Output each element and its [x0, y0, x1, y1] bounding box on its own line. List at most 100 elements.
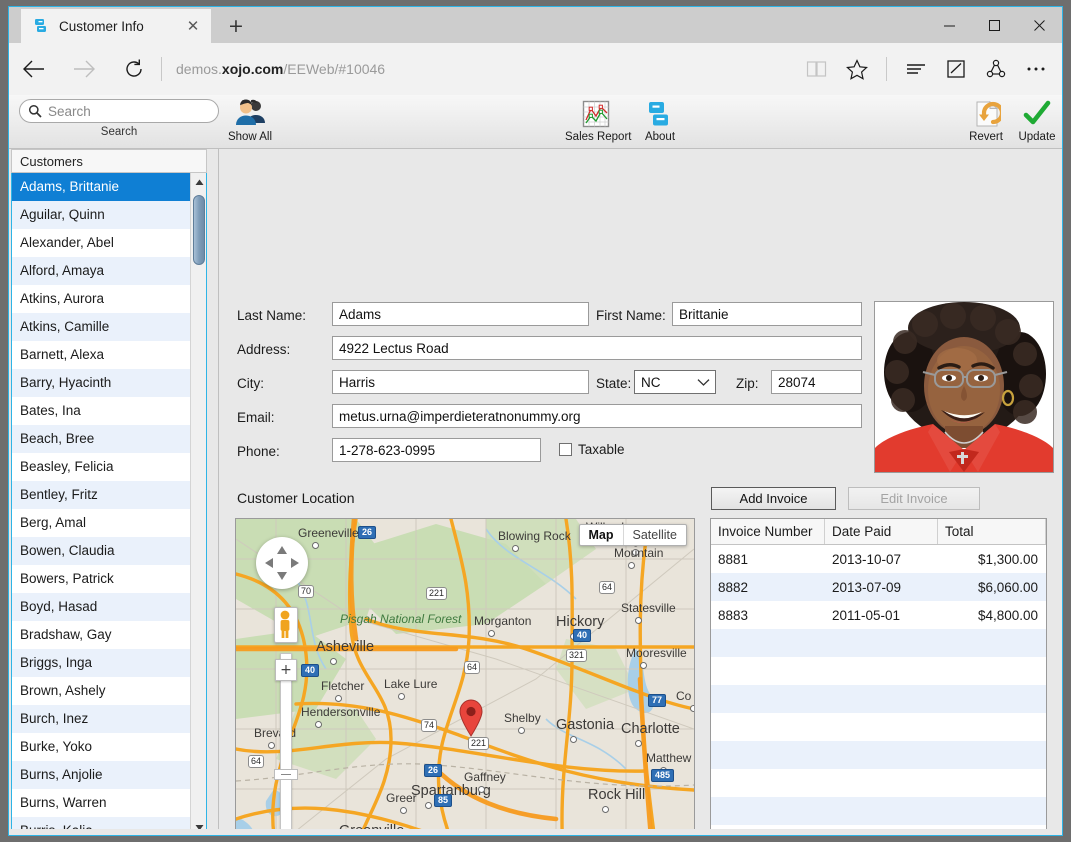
map-type-map[interactable]: Map: [580, 525, 624, 545]
invoice-row[interactable]: 8883 2011-05-01 $4,800.00: [711, 601, 1046, 629]
more-options-icon[interactable]: [1016, 43, 1056, 95]
map-zoom-in-button[interactable]: +: [275, 659, 297, 681]
window-controls: [927, 7, 1062, 43]
customer-list-item[interactable]: Adams, Brittanie: [12, 173, 192, 201]
xojo-logo-icon: [631, 99, 689, 129]
reading-view-icon[interactable]: [797, 43, 837, 95]
map-place-label: Matthew: [646, 751, 692, 765]
map-place-label: Blowing Rock: [498, 529, 571, 543]
address-divider: [161, 57, 162, 81]
back-button[interactable]: [9, 43, 59, 95]
about-button[interactable]: About: [631, 99, 689, 143]
minimize-button[interactable]: [927, 7, 972, 43]
phone-input[interactable]: [332, 438, 541, 462]
map-place-dot: [312, 542, 319, 549]
invoice-row[interactable]: 8882 2013-07-09 $6,060.00: [711, 573, 1046, 601]
last-name-label: Last Name:: [237, 308, 307, 323]
customer-list-item[interactable]: Bates, Ina: [12, 397, 192, 425]
customer-list-item[interactable]: Atkins, Aurora: [12, 285, 192, 313]
address-url[interactable]: demos.xojo.com/EEWeb/#10046: [176, 61, 385, 77]
map-place-dot: [425, 802, 432, 809]
customer-list-item[interactable]: Alexander, Abel: [12, 229, 192, 257]
share-icon[interactable]: [976, 43, 1016, 95]
taxable-checkbox-box[interactable]: [559, 443, 572, 456]
invoice-column-header[interactable]: Date Paid: [825, 519, 938, 544]
customer-list-item[interactable]: Burns, Anjolie: [12, 761, 192, 789]
street-view-pegman-icon[interactable]: [274, 607, 298, 643]
customer-list-item[interactable]: Aguilar, Quinn: [12, 201, 192, 229]
map-place-label: Charlotte: [621, 721, 680, 737]
customer-list-item[interactable]: Beach, Bree: [12, 425, 192, 453]
state-select[interactable]: NC: [634, 370, 716, 394]
map-place-dot: [330, 658, 337, 665]
customer-list-item[interactable]: Brown, Ashely: [12, 677, 192, 705]
invoice-row-empty: [711, 713, 1046, 741]
forward-button[interactable]: [59, 43, 109, 95]
map-route-shield: 85: [434, 794, 453, 807]
customer-list-panel: Customers Adams, Brittanie Aguilar, Quinn…: [9, 149, 219, 835]
invoice-column-header[interactable]: Invoice Number: [711, 519, 825, 544]
invoice-row-empty: [711, 769, 1046, 797]
map-type-switch[interactable]: Map Satellite: [578, 524, 687, 546]
taxable-checkbox[interactable]: Taxable: [559, 442, 625, 457]
sales-report-label: Sales Report: [565, 131, 632, 143]
hub-icon[interactable]: [896, 43, 936, 95]
invoice-column-header[interactable]: Total: [938, 519, 1046, 544]
customer-list-item[interactable]: Bentley, Fritz: [12, 481, 192, 509]
customer-list-item[interactable]: Beasley, Felicia: [12, 453, 192, 481]
scroll-up-icon[interactable]: [191, 174, 206, 190]
map-type-satellite[interactable]: Satellite: [624, 525, 686, 545]
search-box[interactable]: [19, 99, 225, 123]
customer-detail-panel: Last Name: First Name: Address: City: St…: [219, 149, 1062, 835]
map-pan-control[interactable]: [256, 537, 308, 589]
favorites-star-icon[interactable]: [837, 43, 877, 95]
customer-list-item[interactable]: Boyd, Hasad: [12, 593, 192, 621]
customer-listbox[interactable]: Adams, Brittanie Aguilar, Quinn Alexander,…: [11, 173, 207, 835]
last-name-input[interactable]: [332, 302, 589, 326]
reload-button[interactable]: [109, 43, 159, 95]
revert-button[interactable]: Revert: [959, 99, 1013, 143]
customer-list-item[interactable]: Burke, Yoko: [12, 733, 192, 761]
tab-close-icon[interactable]: ✕: [185, 18, 201, 34]
customer-list-item[interactable]: Alford, Amaya: [12, 257, 192, 285]
customer-list-item[interactable]: Briggs, Inga: [12, 649, 192, 677]
maximize-button[interactable]: [972, 7, 1017, 43]
customer-list-item[interactable]: Bowers, Patrick: [12, 565, 192, 593]
zip-input[interactable]: [771, 370, 862, 394]
customer-list-item[interactable]: Barry, Hyacinth: [12, 369, 192, 397]
new-tab-button[interactable]: +: [213, 9, 259, 43]
map-view[interactable]: GreenevilleSugarMountainBlowing RockWilk…: [235, 518, 695, 835]
map-route-shield: 40: [301, 664, 320, 677]
edit-invoice-button: Edit Invoice: [848, 487, 980, 510]
invoice-cell-date: 2013-07-09: [832, 579, 902, 595]
customer-list-item[interactable]: Burns, Warren: [12, 789, 192, 817]
customer-list-item[interactable]: Bowen, Claudia: [12, 537, 192, 565]
invoice-row[interactable]: 8881 2013-10-07 $1,300.00: [711, 545, 1046, 573]
customer-list-scrollbar[interactable]: [190, 173, 206, 835]
customer-list-item[interactable]: Berg, Amal: [12, 509, 192, 537]
invoice-table[interactable]: Invoice Number Date Paid Total 8881 2013-10…: [710, 518, 1047, 835]
customer-list-item[interactable]: Barnett, Alexa: [12, 341, 192, 369]
chart-icon: [565, 99, 627, 129]
add-invoice-button[interactable]: Add Invoice: [711, 487, 836, 510]
sales-report-button[interactable]: Sales Report: [565, 99, 632, 143]
map-place-label: Fletcher: [321, 679, 365, 693]
web-note-icon[interactable]: [936, 43, 976, 95]
search-input[interactable]: [48, 103, 225, 119]
email-input[interactable]: [332, 404, 862, 428]
map-place-dot: [602, 806, 609, 813]
email-label: Email:: [237, 410, 275, 425]
scrollbar-thumb[interactable]: [193, 195, 205, 265]
city-input[interactable]: [332, 370, 589, 394]
update-button[interactable]: Update: [1011, 99, 1062, 143]
map-zoom-handle[interactable]: [274, 769, 298, 780]
close-button[interactable]: [1017, 7, 1062, 43]
first-name-input[interactable]: [672, 302, 862, 326]
invoice-row-empty: [711, 657, 1046, 685]
customer-list-item[interactable]: Atkins, Camille: [12, 313, 192, 341]
browser-tab[interactable]: Customer Info ✕: [21, 9, 211, 43]
customer-list-item[interactable]: Bradshaw, Gay: [12, 621, 192, 649]
show-all-button[interactable]: Show All: [219, 99, 281, 143]
address-input[interactable]: [332, 336, 862, 360]
customer-list-item[interactable]: Burch, Inez: [12, 705, 192, 733]
